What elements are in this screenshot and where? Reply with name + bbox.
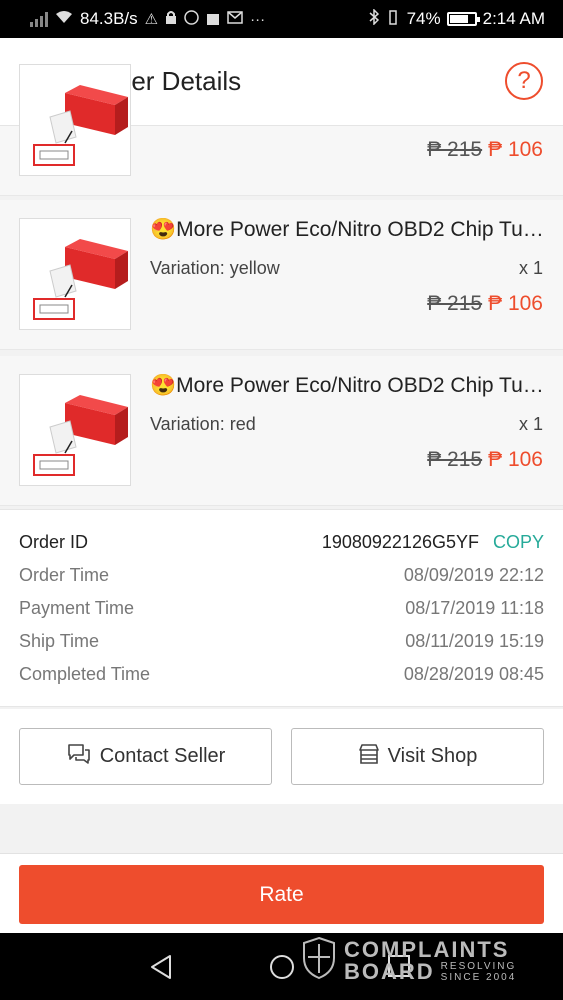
watermark-text: COMPLAINTS BOARD RESOLVING SINCE 2004	[344, 936, 517, 984]
sale-price: ₱ 106	[488, 138, 543, 161]
product-image	[19, 64, 131, 176]
nav-back-icon[interactable]	[148, 953, 174, 986]
price-group: ₱ 215 ₱ 106	[427, 292, 543, 316]
payment-time-value: 08/17/2019 11:18	[405, 598, 544, 618]
more-notifications-icon: ···	[250, 10, 266, 28]
original-price: ₱ 215	[427, 138, 483, 161]
completed-time-row: Completed Time 08/28/2019 08:45	[19, 664, 544, 688]
sale-price: ₱ 106	[488, 292, 543, 315]
product-quantity: x 1	[518, 414, 543, 434]
ship-time-row: Ship Time 08/11/2019 15:19	[19, 631, 544, 655]
network-speed: 84.3B/s	[80, 9, 138, 28]
product-quantity: x 1	[518, 258, 543, 278]
product-name: 😍More Power Eco/Nitro OBD2 Chip Tuning B…	[150, 218, 545, 241]
product-name: 😍More Power Eco/Nitro OBD2 Chip Tuning B…	[150, 374, 545, 397]
watermark-tag2: SINCE 2004	[440, 971, 517, 983]
viber-icon	[184, 9, 199, 29]
product-image	[19, 374, 131, 486]
battery-icon	[446, 12, 480, 26]
watermark-line2: BOARD	[344, 958, 435, 984]
completed-time-label: Completed Time	[19, 664, 151, 684]
copy-button[interactable]: COPY	[493, 532, 544, 552]
original-price: ₱ 215	[427, 292, 483, 315]
mail-icon	[227, 10, 243, 28]
order-info-section: Order ID 19080922126G5YF COPY Order Time …	[0, 509, 563, 707]
product-variation: Variation: yellow	[150, 258, 280, 278]
order-item[interactable]: 😍More Power Eco/Nitro OBD2 Chip Tuning B…	[0, 200, 563, 350]
price-group: ₱ 215 ₱ 106	[427, 448, 543, 472]
help-icon[interactable]: ?	[505, 62, 543, 100]
shop-icon	[358, 743, 380, 771]
contact-seller-label: Contact Seller	[99, 745, 226, 767]
chat-icon	[66, 742, 92, 772]
ship-time-value: 08/11/2019 15:19	[405, 631, 544, 651]
product-image	[19, 218, 131, 330]
ship-time-label: Ship Time	[19, 631, 100, 651]
lock-icon	[165, 10, 177, 28]
status-bar: 84.3B/s ⚠ ··· 74% 2:14 AM	[0, 0, 563, 38]
bluetooth-icon	[369, 8, 379, 29]
order-id-label: Order ID	[19, 532, 89, 552]
sale-price: ₱ 106	[488, 448, 543, 471]
shield-logo-icon	[302, 936, 336, 985]
status-left: 84.3B/s ⚠ ···	[30, 9, 265, 29]
battery-percent: 74%	[406, 9, 441, 28]
order-id-row: Order ID 19080922126G5YF COPY	[19, 532, 544, 556]
watermark: COMPLAINTS BOARD RESOLVING SINCE 2004	[302, 936, 516, 985]
order-item[interactable]: ₱ 215 ₱ 106	[0, 64, 563, 196]
payment-time-label: Payment Time	[19, 598, 135, 618]
bottom-action-bar: Rate	[0, 853, 563, 933]
nav-home-icon[interactable]	[268, 953, 296, 986]
shop-bag-icon	[206, 10, 220, 29]
system-nav-bar: COMPLAINTS BOARD RESOLVING SINCE 2004	[0, 933, 563, 1000]
order-id-value: 19080922126G5YF	[321, 532, 479, 552]
rate-button[interactable]: Rate	[19, 865, 544, 924]
order-item[interactable]: 😍More Power Eco/Nitro OBD2 Chip Tuning B…	[0, 356, 563, 506]
original-price: ₱ 215	[427, 448, 483, 471]
watermark-tag1: RESOLVING	[440, 960, 517, 972]
visit-shop-label: Visit Shop	[387, 745, 478, 767]
order-id-value-group: 19080922126G5YF COPY	[322, 532, 544, 553]
status-right: 74% 2:14 AM	[369, 8, 545, 29]
contact-seller-button[interactable]: Contact Seller	[19, 728, 272, 785]
signal-icon	[30, 11, 48, 27]
product-variation: Variation: red	[150, 414, 256, 434]
wifi-icon	[55, 10, 73, 28]
vibrate-icon	[385, 9, 401, 29]
clock: 2:14 AM	[482, 9, 545, 28]
watermark-line1: COMPLAINTS	[344, 936, 510, 962]
order-time-value: 08/09/2019 22:12	[403, 565, 544, 585]
order-actions: Contact Seller Visit Shop	[0, 709, 563, 804]
warning-icon: ⚠	[144, 11, 159, 28]
order-time-row: Order Time 08/09/2019 22:12	[19, 565, 544, 589]
price-group: ₱ 215 ₱ 106	[427, 138, 543, 162]
completed-time-value: 08/28/2019 08:45	[403, 664, 544, 684]
payment-time-row: Payment Time 08/17/2019 11:18	[19, 598, 544, 622]
order-time-label: Order Time	[19, 565, 110, 585]
visit-shop-button[interactable]: Visit Shop	[291, 728, 544, 785]
